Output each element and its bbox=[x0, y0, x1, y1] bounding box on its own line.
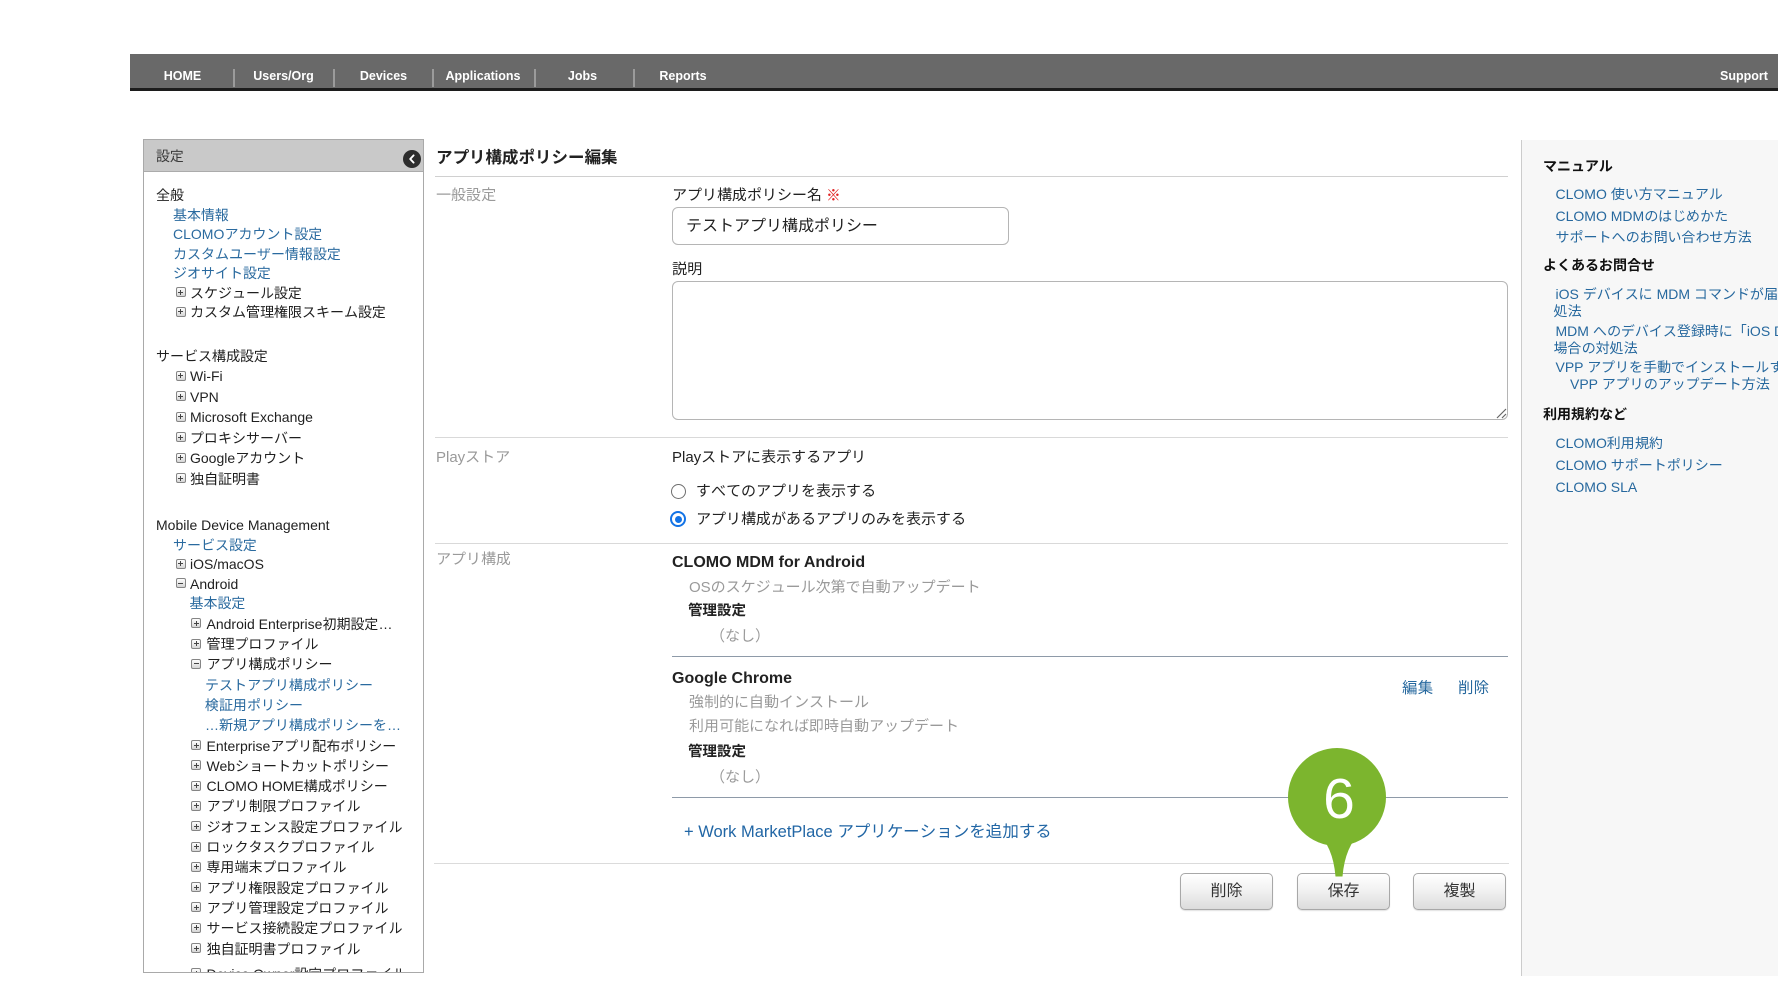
svg-text:6: 6 bbox=[1323, 767, 1355, 831]
